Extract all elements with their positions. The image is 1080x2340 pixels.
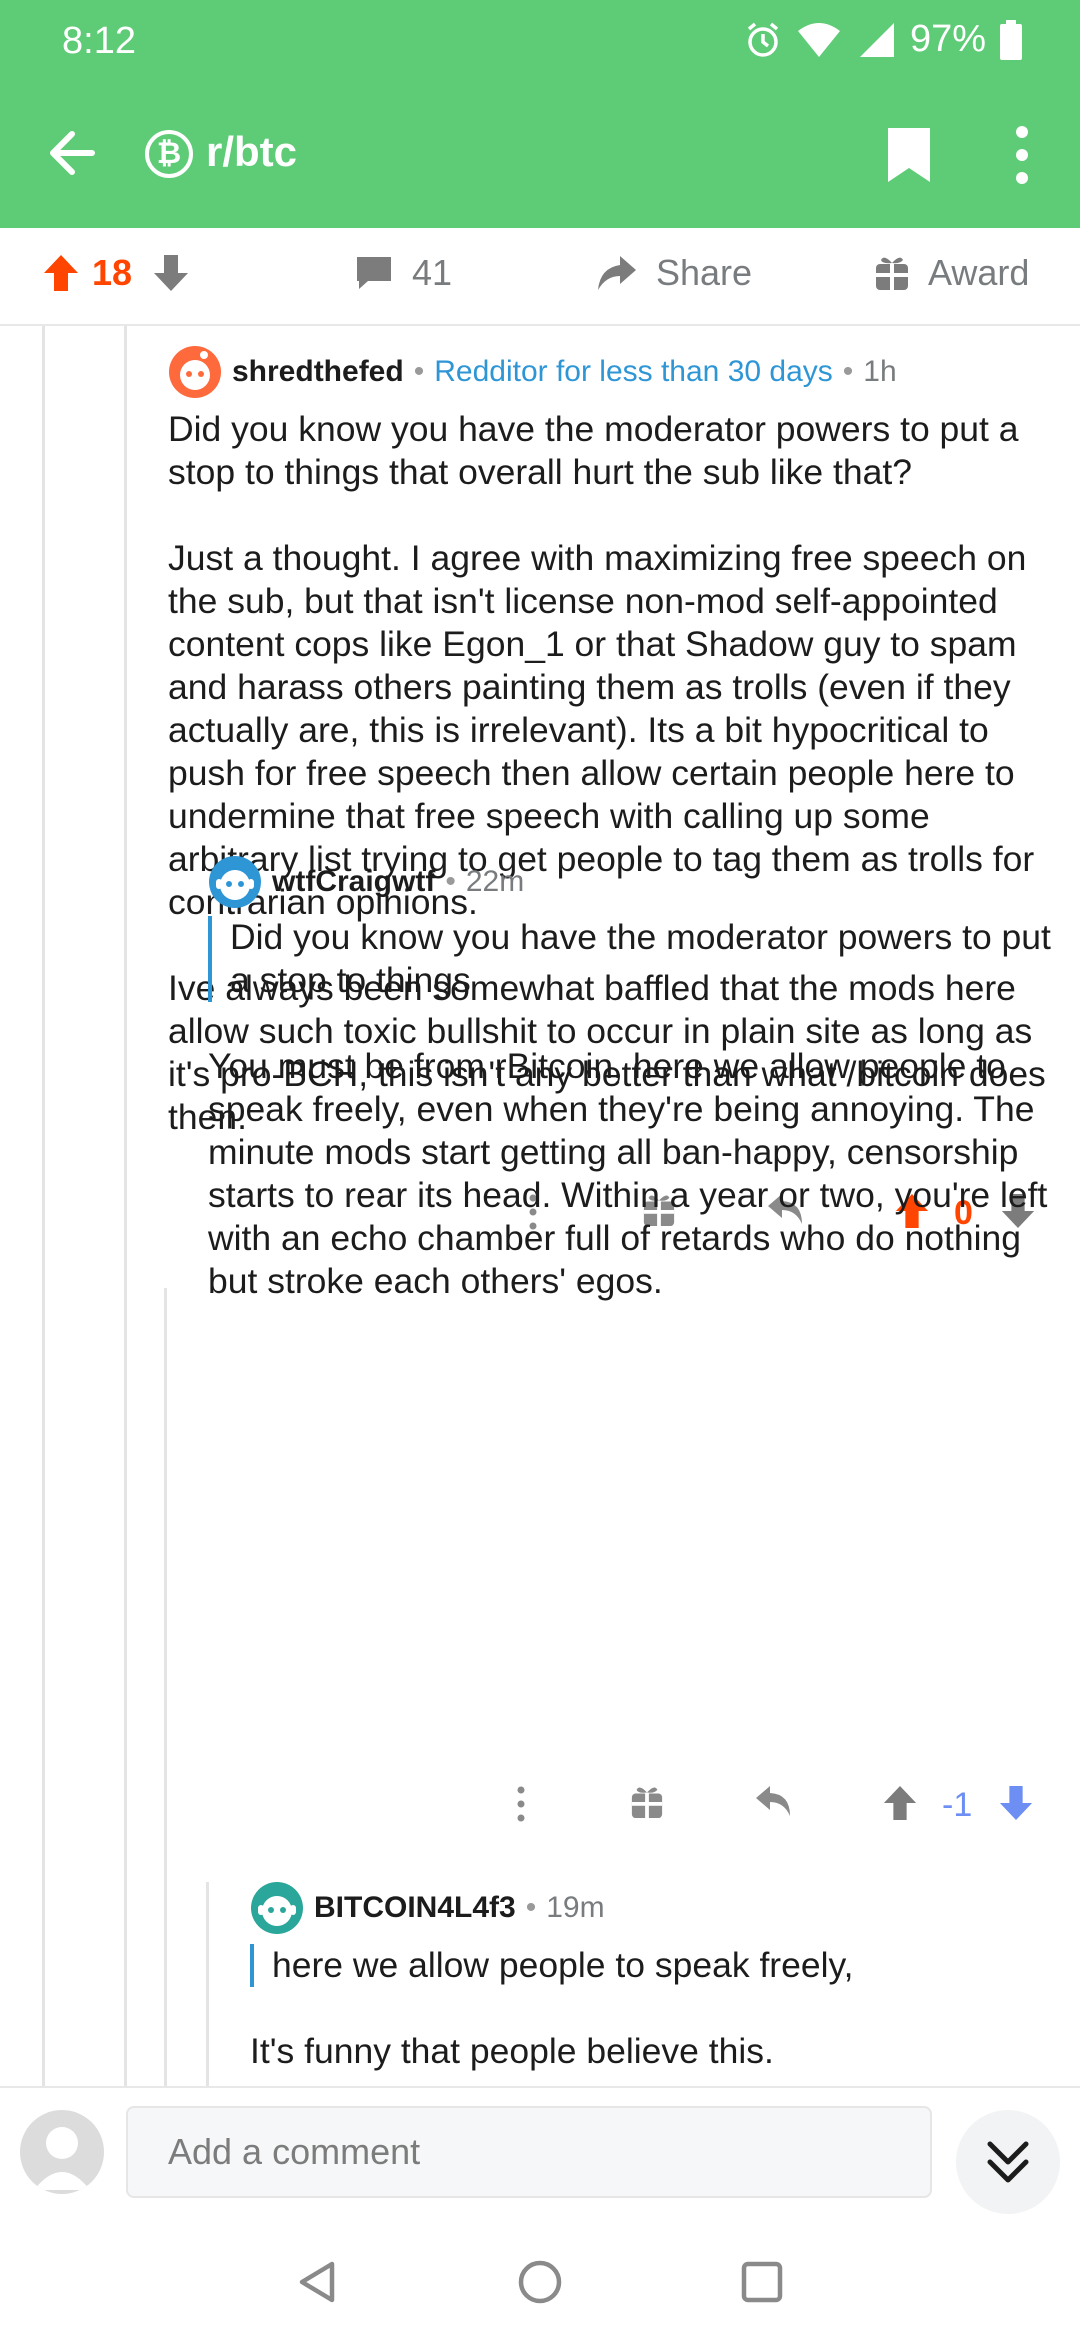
comments-button[interactable]: 41 [354, 252, 452, 294]
quote-text: Did you know you have the moderator powe… [230, 917, 1051, 1000]
share-icon [598, 256, 636, 290]
user-flair: Redditor for less than 30 days [434, 355, 833, 388]
comment-header: shredthefed • Redditor for less than 30 … [168, 344, 1058, 400]
thread-line [124, 326, 127, 2086]
share-label: Share [656, 252, 753, 293]
upvote-icon[interactable] [42, 253, 80, 293]
comment-score: -1 [942, 1786, 973, 1824]
comment: wtfCraigwtf • 22m Did you know you have … [208, 854, 1060, 1303]
comment-time: 19m [546, 1891, 605, 1924]
downvote-icon[interactable] [152, 253, 190, 293]
avatar[interactable] [208, 855, 262, 909]
comment-quote: Did you know you have the moderator powe… [208, 916, 1060, 1002]
comment-time: 22m [465, 865, 525, 898]
more-vert-icon[interactable] [1004, 124, 1040, 186]
post-action-bar: 18 41 Share Award [0, 228, 1080, 326]
battery-icon [1000, 19, 1022, 60]
nav-home-icon[interactable] [516, 2258, 564, 2306]
comment-icon [357, 257, 391, 289]
system-nav-bar [0, 2216, 1080, 2340]
jump-to-next-button[interactable] [956, 2110, 1060, 2214]
user-icon [34, 2127, 90, 2190]
bitcoin-icon[interactable]: ₿ [145, 130, 193, 178]
avatar[interactable] [20, 2110, 104, 2194]
separator-dot: • [413, 355, 425, 388]
nav-back-icon[interactable] [296, 2260, 338, 2304]
separator-dot: • [445, 865, 456, 898]
bookmark-icon[interactable] [884, 126, 934, 184]
share-button[interactable]: Share [596, 252, 752, 294]
comment-header: BITCOIN4L4f3 • 19m [250, 1880, 1060, 1936]
comment-paragraph: You must be from rBitcoin, here we allow… [208, 1046, 1048, 1301]
comment-input[interactable]: Add a comment [126, 2106, 932, 2198]
comment-thread: shredthefed • Redditor for less than 30 … [0, 326, 1080, 2086]
avatar[interactable] [168, 345, 222, 399]
thread-line [42, 326, 45, 2086]
separator-dot: • [842, 355, 854, 388]
chevron-double-down-icon [987, 2141, 1029, 2183]
post-vote: 18 [42, 252, 190, 294]
back-arrow-icon[interactable] [42, 122, 104, 184]
comment-header: wtfCraigwtf • 22m [208, 854, 1060, 910]
comment-paragraph: It's funny that people believe this. [250, 2031, 774, 2071]
award-button[interactable]: Award [874, 252, 1029, 294]
avatar[interactable] [250, 1881, 304, 1935]
comment-author[interactable]: shredthefed [232, 355, 404, 389]
downvote-icon[interactable] [998, 1784, 1034, 1822]
alarm-icon [747, 22, 779, 57]
comment-body: Did you know you have the moderator powe… [208, 916, 1060, 1303]
award-label: Award [928, 252, 1030, 293]
thread-line [164, 1288, 167, 2086]
comment-time: 1h [863, 355, 897, 388]
separator-dot: • [525, 1891, 537, 1924]
comment-composer-bar: Add a comment [0, 2086, 1080, 2218]
app-bar: ₿ r/btc [0, 78, 1080, 228]
upvote-icon[interactable] [882, 1784, 918, 1822]
status-time: 8:12 [62, 20, 136, 62]
comment-paragraph: Did you know you have the moderator powe… [168, 409, 1019, 492]
more-vert-icon[interactable] [508, 1784, 534, 1824]
gift-icon [876, 257, 908, 290]
gift-icon[interactable] [630, 1784, 664, 1820]
thread-line [206, 1882, 209, 2086]
comment-count: 41 [412, 252, 453, 293]
comment-actions: -1 [508, 1784, 1060, 1834]
battery-level: 97% [909, 18, 986, 60]
reply-icon[interactable] [754, 1784, 794, 1820]
wifi-icon [797, 22, 840, 57]
status-bar: 8:12 97% [0, 0, 1080, 78]
status-icons: 97% [744, 18, 1022, 61]
quote-text: here we allow people to speak freely, [272, 1945, 854, 1985]
comment-author[interactable]: BITCOIN4L4f3 [314, 1891, 516, 1925]
nav-recents-icon[interactable] [740, 2260, 784, 2304]
sub-icon-glyph: ₿ [156, 137, 182, 170]
signal-icon [859, 22, 894, 57]
comment: BITCOIN4L4f3 • 19m here we allow people … [250, 1880, 1060, 2073]
comment-input-placeholder: Add a comment [168, 2131, 421, 2172]
comment-body: here we allow people to speak freely, It… [250, 1944, 1060, 2073]
comment-quote: here we allow people to speak freely, [250, 1944, 1060, 1987]
comment-author[interactable]: wtfCraigwtf [272, 865, 435, 899]
subreddit-name[interactable]: r/btc [206, 128, 297, 176]
post-score: 18 [92, 252, 133, 293]
